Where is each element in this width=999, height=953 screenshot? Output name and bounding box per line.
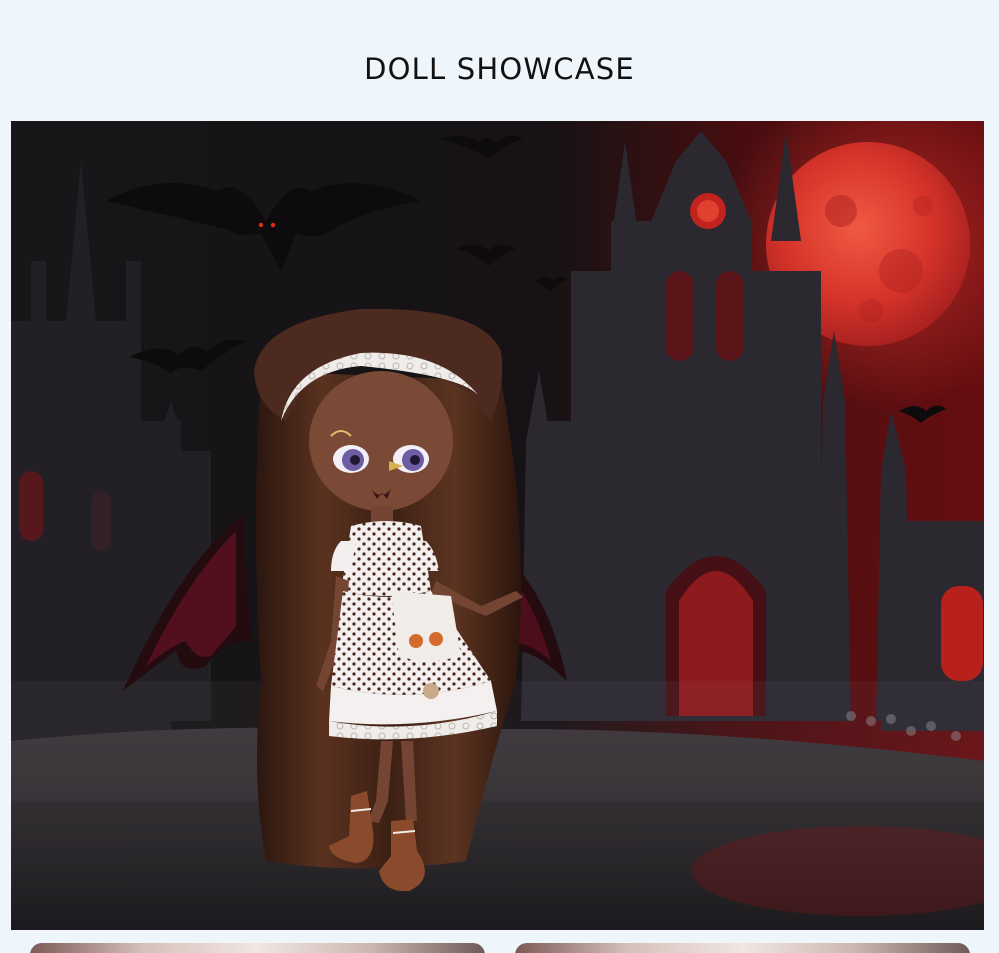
thumbnail-left[interactable] xyxy=(30,943,485,953)
page-title: DOLL SHOWCASE xyxy=(364,52,635,86)
gothic-scene-image xyxy=(11,121,984,930)
doll-photo xyxy=(11,121,984,930)
thumbnail-right[interactable] xyxy=(515,943,970,953)
doll-showcase-page: DOLL SHOWCASE xyxy=(0,0,999,953)
